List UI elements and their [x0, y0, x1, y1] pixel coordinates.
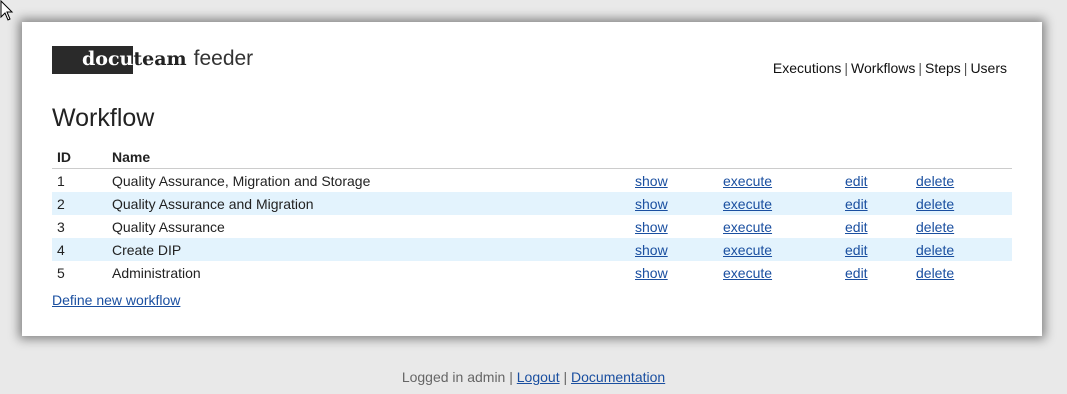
delete-link[interactable]: delete — [916, 196, 954, 212]
documentation-link[interactable]: Documentation — [571, 369, 665, 385]
nav-separator: | — [918, 60, 922, 76]
workflow-name: Quality Assurance — [112, 218, 225, 235]
footer: Logged in admin | Logout | Documentation — [0, 369, 1067, 385]
column-header-execute — [718, 146, 840, 169]
table-row: 1 Quality Assurance, Migration and Stora… — [52, 169, 1012, 193]
workflow-table: ID Name 1 Quality Assurance, Migration a… — [52, 146, 1012, 284]
nav-steps[interactable]: Steps — [925, 60, 961, 76]
define-new-workflow-link[interactable]: Define new workflow — [52, 292, 180, 308]
table-row: 2 Quality Assurance and Migration show e… — [52, 192, 1012, 215]
workflow-id: 5 — [57, 264, 65, 281]
delete-link[interactable]: delete — [916, 219, 954, 235]
edit-link[interactable]: edit — [845, 265, 868, 281]
footer-separator: | — [509, 369, 513, 385]
page-title: Workflow — [52, 104, 155, 132]
execute-link[interactable]: execute — [723, 265, 772, 281]
execute-link[interactable]: execute — [723, 219, 772, 235]
column-header-name: Name — [107, 146, 630, 169]
workflow-name: Create DIP — [107, 238, 630, 261]
workflow-name: Quality Assurance and Migration — [107, 192, 630, 215]
nav-separator: | — [844, 60, 849, 76]
footer-separator: | — [563, 369, 568, 385]
logo-team: team — [133, 48, 187, 70]
workflow-id: 4 — [52, 238, 107, 261]
delete-link[interactable]: delete — [916, 173, 954, 189]
edit-link[interactable]: edit — [845, 173, 868, 189]
execute-link[interactable]: execute — [723, 242, 772, 258]
workflow-id: 1 — [57, 172, 65, 189]
table-row: 4 Create DIP show execute edit delete — [52, 238, 1012, 261]
show-link[interactable]: show — [635, 219, 668, 235]
delete-link[interactable]: delete — [916, 265, 954, 281]
edit-link[interactable]: edit — [845, 219, 868, 235]
nav-separator: | — [963, 60, 968, 76]
workflow-name: Administration — [112, 264, 201, 281]
workflow-name: Quality Assurance, Migration and Storage — [112, 172, 371, 189]
logo-feeder: feeder — [193, 47, 254, 70]
column-header-id: ID — [52, 146, 107, 169]
column-header-delete — [911, 146, 1012, 169]
logout-link[interactable]: Logout — [517, 369, 560, 385]
nav-users[interactable]: Users — [970, 60, 1007, 76]
edit-link[interactable]: edit — [845, 242, 868, 258]
show-link[interactable]: show — [635, 265, 668, 281]
execute-link[interactable]: execute — [723, 196, 772, 212]
nav-executions[interactable]: Executions — [773, 60, 841, 76]
show-link[interactable]: show — [635, 173, 668, 189]
column-header-show — [630, 146, 718, 169]
top-navigation: Executions | Workflows | Steps | Users — [773, 60, 1007, 76]
show-link[interactable]: show — [635, 242, 668, 258]
delete-link[interactable]: delete — [916, 242, 954, 258]
workflow-id: 2 — [52, 192, 107, 215]
logged-in-status: Logged in admin — [401, 369, 506, 385]
execute-link[interactable]: execute — [723, 173, 772, 189]
docuteam-feeder-logo: docu team feeder — [52, 42, 253, 74]
nav-workflows[interactable]: Workflows — [851, 60, 915, 76]
column-header-edit — [840, 146, 911, 169]
table-row: 3 Quality Assurance show execute edit de… — [52, 215, 1012, 238]
table-row: 5 Administration show execute edit delet… — [52, 261, 1012, 284]
mouse-pointer-icon — [0, 0, 14, 21]
table-header-row: ID Name — [52, 146, 1012, 169]
logo-docu: docu — [52, 46, 134, 74]
workflow-id: 3 — [57, 218, 65, 235]
show-link[interactable]: show — [635, 196, 668, 212]
edit-link[interactable]: edit — [845, 196, 868, 212]
main-panel: docu team feeder Executions | Workflows | Step… — [22, 22, 1042, 336]
